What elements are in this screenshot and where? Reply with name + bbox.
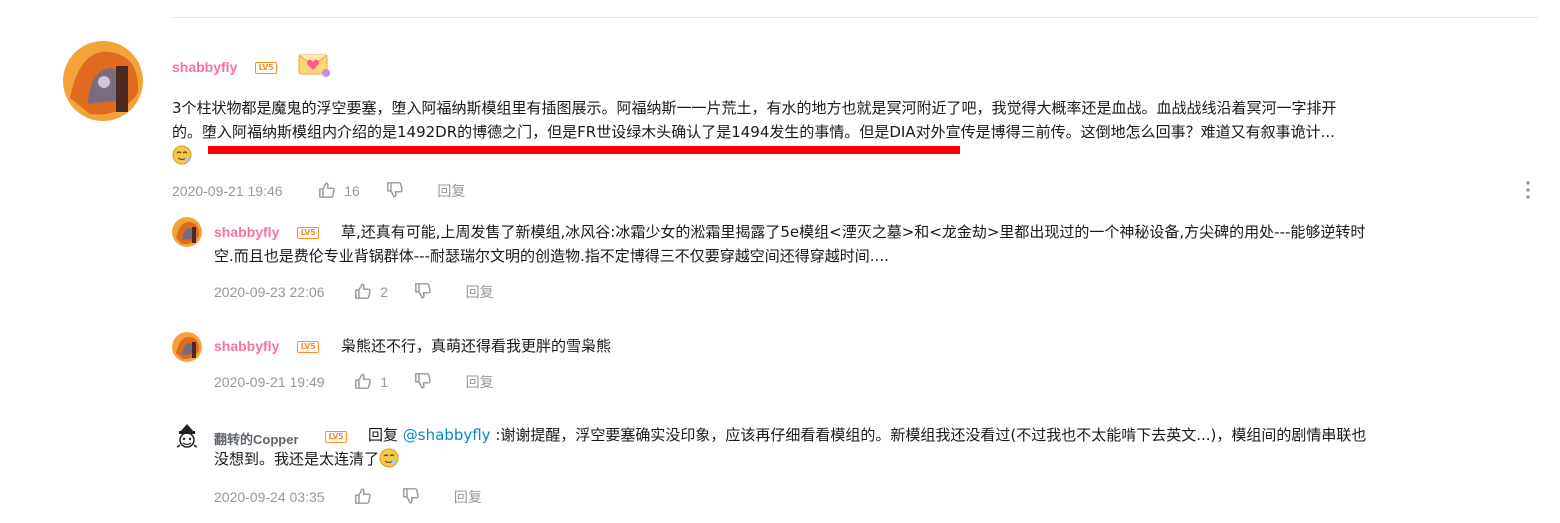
reply-button[interactable]: 回复 (466, 374, 494, 390)
comment-text-line: 的。堕入阿福纳斯模组内介绍的是1492DR的博德之门，但是FR世设绿木头确认了是… (172, 123, 1335, 141)
comment-meta: 2020-09-21 19:46 16 回复 (172, 181, 465, 201)
reply-date: 2020-09-21 19:49 (214, 374, 325, 390)
reply-text-line: 没想到。我还是太连清了 (214, 447, 1538, 475)
red-underline-annotation (208, 146, 960, 154)
top-divider (172, 17, 1538, 18)
reply-content: 草,还真有可能,上周发售了新模组,冰风谷:冰霜少女的淞霜里揭露了5e模组<湮灭之… (214, 220, 1538, 268)
dislike-icon[interactable] (402, 489, 420, 505)
reply-meta: 2020-09-24 03:35 回复 (214, 487, 482, 507)
reply-button[interactable]: 回复 (437, 183, 465, 199)
reply-meta: 2020-09-21 19:49 1 回复 (214, 372, 494, 392)
username[interactable]: shabbyfly (172, 59, 237, 75)
like-count: 2 (380, 284, 389, 300)
avatar[interactable] (172, 421, 202, 451)
reply-text-line: 回复 @shabbyfly :谢谢提醒，浮空要塞确实没印象，应该再仔细看看模组的… (214, 423, 1538, 447)
reply-button[interactable]: 回复 (454, 489, 482, 505)
reply-content: 回复 @shabbyfly :谢谢提醒，浮空要塞确实没印象，应该再仔细看看模组的… (214, 423, 1538, 475)
level-badge: LV5 (255, 62, 277, 74)
reply-button[interactable]: 回复 (466, 284, 494, 300)
username[interactable]: shabbyfly (214, 338, 279, 354)
like-icon[interactable] (354, 489, 372, 505)
dislike-icon[interactable] (414, 284, 432, 300)
reply-text: :谢谢提醒，浮空要塞确实没印象，应该再仔细看看模组的。新模组我还没看过(不过我也… (495, 426, 1367, 444)
avatar[interactable] (172, 217, 202, 247)
doge-emoji-icon (379, 448, 399, 475)
reply-prefix: 回复 (368, 426, 399, 444)
like-count: 1 (380, 374, 389, 390)
reply-date: 2020-09-24 03:35 (214, 489, 325, 505)
reply-text-line: 草,还真有可能,上周发售了新模组,冰风谷:冰霜少女的淞霜里揭露了5e模组<湮灭之… (214, 220, 1538, 244)
reply-text-line: 空.而且也是费伦专业背锅群体---耐瑟瑞尔文明的创造物.指不定博得三不仅要穿越空… (214, 247, 889, 265)
dislike-icon[interactable] (386, 183, 404, 199)
envelope-badge-icon (296, 44, 332, 80)
reply-meta: 2020-09-23 22:06 2 回复 (214, 282, 494, 302)
reply-text: 枭熊还不行，真萌还得看我更胖的雪枭熊 (341, 337, 612, 355)
more-options-icon[interactable] (1526, 181, 1530, 199)
avatar[interactable] (60, 38, 146, 124)
doge-emoji-icon (172, 145, 192, 172)
like-icon[interactable] (354, 284, 372, 300)
like-count: 16 (344, 183, 360, 199)
comment-content: 3个柱状物都是魔鬼的浮空要塞，堕入阿福纳斯模组里有插图展示。阿福纳斯一一片荒土，… (172, 96, 1538, 172)
mention-link[interactable]: @shabbyfly (403, 426, 491, 444)
comment-date: 2020-09-21 19:46 (172, 183, 283, 199)
like-icon[interactable] (354, 374, 372, 390)
dislike-icon[interactable] (414, 374, 432, 390)
comment-text-line: 3个柱状物都是魔鬼的浮空要塞，堕入阿福纳斯模组里有插图展示。阿福纳斯一一片荒土，… (172, 99, 1337, 117)
avatar[interactable] (172, 332, 202, 362)
like-icon[interactable] (318, 183, 336, 199)
reply-text: 没想到。我还是太连清了 (214, 450, 380, 468)
reply-text: 草,还真有可能,上周发售了新模组,冰风谷:冰霜少女的淞霜里揭露了5e模组<湮灭之… (341, 223, 1366, 241)
reply-date: 2020-09-23 22:06 (214, 284, 325, 300)
level-badge: LV5 (297, 341, 319, 353)
